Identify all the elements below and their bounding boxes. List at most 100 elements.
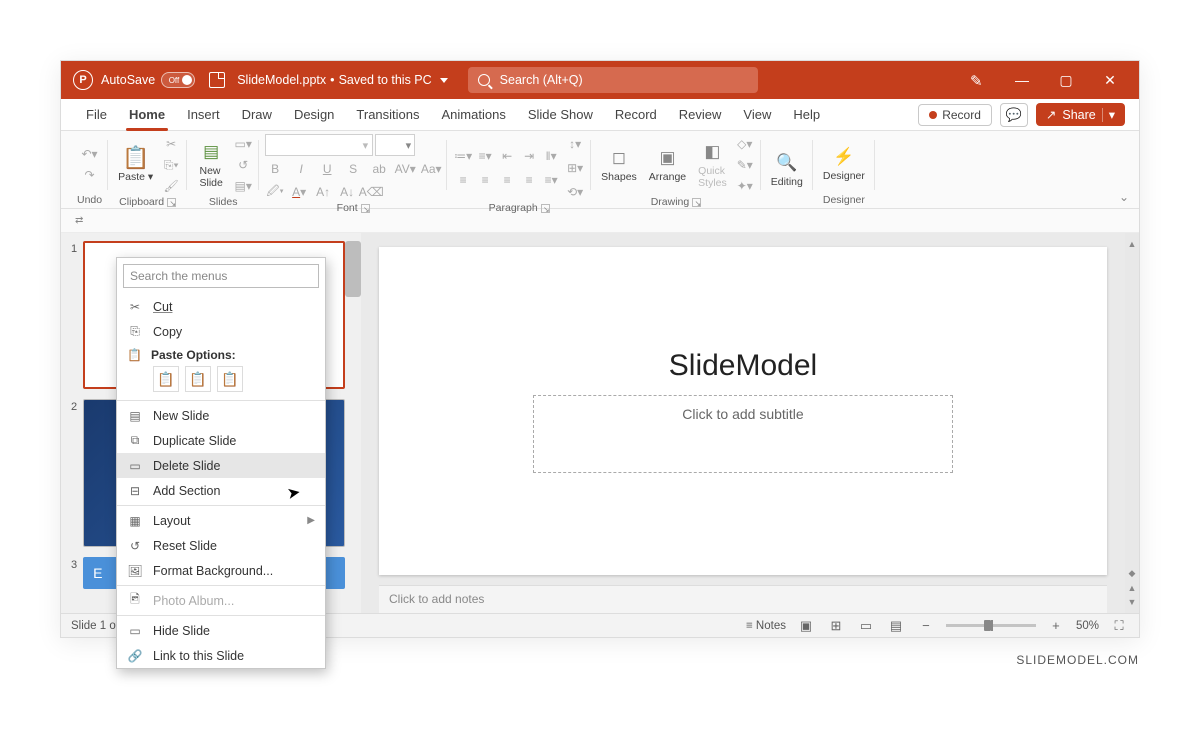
group-undo: ↶▾↷ Undo [71, 134, 108, 208]
tab-insert[interactable]: Insert [176, 99, 231, 131]
ribbon-mode-icon[interactable] [957, 61, 999, 99]
shrink-font-button[interactable]: A↓ [337, 182, 357, 202]
slide-subtitle-placeholder[interactable]: Click to add subtitle [533, 395, 953, 473]
zoom-slider[interactable] [946, 624, 1036, 627]
search-input[interactable]: Search (Alt+Q) [468, 67, 758, 93]
slide-canvas-area: SlideModel Click to add subtitle Click t… [361, 233, 1125, 613]
tab-home[interactable]: Home [118, 99, 176, 131]
notes-pane[interactable]: Click to add notes [379, 585, 1107, 613]
paste-button[interactable]: 📋Paste ▾ [114, 145, 157, 185]
chevron-down-icon [440, 78, 448, 83]
slide-canvas[interactable]: SlideModel Click to add subtitle [379, 247, 1107, 575]
dialog-launcher-icon[interactable] [541, 204, 550, 213]
zoom-percent[interactable]: 50% [1076, 620, 1099, 632]
menu-layout[interactable]: ▦Layout▶ [117, 508, 325, 533]
paste-option-text[interactable]: 📋 [217, 366, 243, 392]
toggle-switch[interactable]: Off [161, 72, 195, 88]
menu-delete-slide[interactable]: ▭Delete Slide [117, 453, 325, 478]
size-combo[interactable]: ▾ [375, 134, 415, 156]
reading-view-icon[interactable]: ▭ [856, 617, 876, 635]
normal-view-icon[interactable]: ▣ [796, 617, 816, 635]
group-slides: ▤New Slide ▭▾↺▤▾ Slides [187, 134, 259, 208]
editing-button[interactable]: 🔍Editing [767, 150, 807, 190]
titlebar: P AutoSave Off SlideModel.pptx • Saved t… [61, 61, 1139, 99]
tab-slideshow[interactable]: Slide Show [517, 99, 604, 131]
menu-reset-slide[interactable]: ↺Reset Slide [117, 533, 325, 558]
zoom-out-button[interactable]: − [916, 617, 936, 635]
tab-review[interactable]: Review [668, 99, 733, 131]
qat-dropdown-icon[interactable]: ⇄ [75, 215, 83, 226]
tab-draw[interactable]: Draw [231, 99, 283, 131]
copy-icon[interactable]: ⎘▾ [161, 155, 181, 175]
comments-button[interactable]: 💬 [1000, 103, 1028, 127]
slide-title[interactable]: SlideModel [669, 349, 817, 383]
tab-record[interactable]: Record [604, 99, 668, 131]
undo-icon[interactable]: ↶▾ [80, 144, 100, 164]
menu-hide-slide[interactable]: ▭Hide Slide [117, 618, 325, 643]
arrange-button[interactable]: ▣Arrange [645, 145, 690, 185]
minimize-button[interactable]: ― [1001, 61, 1043, 99]
dialog-launcher-icon[interactable] [167, 198, 176, 207]
strike-button[interactable]: S [343, 159, 363, 179]
menu-format-background[interactable]: 🖼Format Background... [117, 558, 325, 583]
collapse-ribbon-icon[interactable]: ⌄ [1119, 190, 1129, 204]
powerpoint-icon: P [73, 70, 93, 90]
format-painter-icon[interactable]: 🖌 [161, 176, 181, 196]
maximize-button[interactable]: ▢ [1045, 61, 1087, 99]
font-color-button[interactable]: A▾ [289, 182, 309, 202]
tab-design[interactable]: Design [283, 99, 345, 131]
menu-link-to-slide[interactable]: 🔗Link to this Slide [117, 643, 325, 668]
bold-button[interactable]: B [265, 159, 285, 179]
close-button[interactable]: ✕ [1089, 61, 1131, 99]
menu-copy[interactable]: ⎘Copy [117, 319, 325, 344]
italic-button[interactable]: I [291, 159, 311, 179]
autosave-toggle[interactable]: AutoSave Off [101, 72, 195, 88]
clear-format-button[interactable]: A⌫ [361, 182, 381, 202]
tab-animations[interactable]: Animations [431, 99, 517, 131]
scrollbar-thumb[interactable] [345, 241, 361, 297]
dialog-launcher-icon[interactable] [361, 204, 370, 213]
sorter-view-icon[interactable]: ⊞ [826, 617, 846, 635]
document-title[interactable]: SlideModel.pptx • Saved to this PC [237, 73, 447, 87]
cut-icon[interactable]: ✂ [161, 134, 181, 154]
layout-icon[interactable]: ▭▾ [233, 134, 253, 154]
highlight-button[interactable]: 🖉▾ [265, 182, 285, 202]
new-slide-button[interactable]: ▤New Slide [193, 139, 229, 191]
paste-option-theme[interactable]: 📋 [153, 366, 179, 392]
shapes-button[interactable]: ◻Shapes [597, 145, 641, 185]
record-button[interactable]: Record [918, 104, 992, 126]
font-combo[interactable]: ▾ [265, 134, 373, 156]
new-slide-icon: ▤ [127, 408, 143, 424]
slideshow-view-icon[interactable]: ▤ [886, 617, 906, 635]
save-icon[interactable] [209, 72, 225, 88]
tab-transitions[interactable]: Transitions [345, 99, 430, 131]
tab-view[interactable]: View [732, 99, 782, 131]
qat-row: ⇄ [61, 209, 1139, 233]
vertical-scrollbar[interactable]: ▲◆▲▼ [1125, 233, 1139, 613]
notes-toggle[interactable]: ≡ Notes [746, 620, 786, 632]
grow-font-button[interactable]: A↑ [313, 182, 333, 202]
reset-icon[interactable]: ↺ [233, 155, 253, 175]
tab-help[interactable]: Help [782, 99, 831, 131]
spacing-button[interactable]: AV▾ [395, 159, 415, 179]
case-button[interactable]: Aa▾ [421, 159, 441, 179]
fit-slide-icon[interactable]: ⛶ [1109, 617, 1129, 635]
section-icon[interactable]: ▤▾ [233, 176, 253, 196]
zoom-in-button[interactable]: + [1046, 617, 1066, 635]
underline-button[interactable]: U [317, 159, 337, 179]
group-font: ▾▾ B I U S ab AV▾ Aa▾ 🖉▾ A▾ A↑ A↓ [259, 134, 447, 208]
dialog-launcher-icon[interactable] [692, 198, 701, 207]
menu-paste-options-label: 📋Paste Options: [117, 344, 325, 364]
shadow-button[interactable]: ab [369, 159, 389, 179]
menu-cut[interactable]: ✂Cut [117, 294, 325, 319]
redo-icon[interactable]: ↷ [80, 165, 100, 185]
tab-file[interactable]: File [75, 99, 118, 131]
menu-search-input[interactable]: Search the menus [123, 264, 319, 288]
designer-button[interactable]: ⚡Designer [819, 144, 869, 184]
quick-styles-button[interactable]: ◧Quick Styles [694, 139, 731, 191]
paste-option-source[interactable]: 📋 [185, 366, 211, 392]
menu-duplicate-slide[interactable]: ⧉Duplicate Slide [117, 428, 325, 453]
watermark: SLIDEMODEL.COM [1016, 653, 1139, 667]
menu-new-slide[interactable]: ▤New Slide [117, 403, 325, 428]
share-button[interactable]: ↗ Share▾ [1036, 103, 1125, 126]
